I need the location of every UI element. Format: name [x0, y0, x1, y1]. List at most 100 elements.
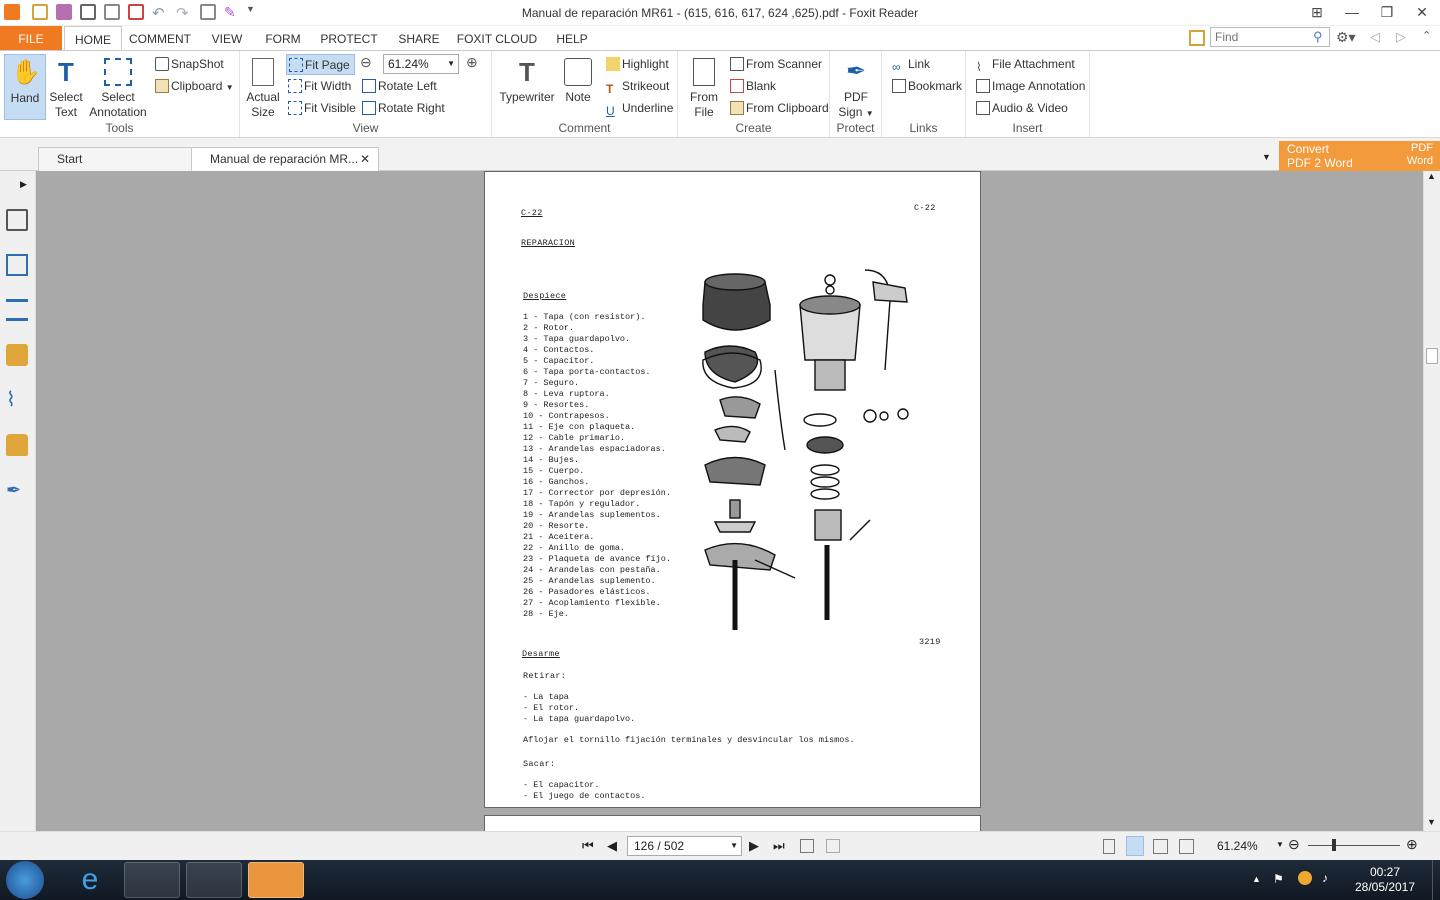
attachments-panel-icon[interactable]: ⌇ [6, 389, 28, 411]
status-zoom-value[interactable]: 61.24% [1217, 839, 1258, 853]
foxit-reader-taskbar-icon[interactable] [248, 862, 304, 898]
underline-button[interactable]: U Underline [604, 98, 673, 118]
volume-icon[interactable]: ♪ [1322, 871, 1328, 885]
layers-panel-icon[interactable] [6, 299, 28, 321]
clock[interactable]: 00:27 28/05/2017 [1350, 865, 1420, 895]
tab-help[interactable]: HELP [550, 26, 594, 50]
select-text-button[interactable]: T Select Text [46, 54, 86, 120]
continuous-facing-view-icon[interactable] [1179, 839, 1194, 854]
next-page-icon[interactable]: ▶ [749, 838, 759, 854]
tab-share[interactable]: SHARE [392, 26, 446, 50]
find-folder-icon[interactable] [1189, 30, 1205, 46]
strikeout-button[interactable]: T Strikeout [604, 76, 669, 96]
close-button[interactable]: ✕ [1405, 2, 1439, 22]
single-page-view-icon[interactable] [1103, 839, 1115, 854]
zoom-out-icon[interactable]: ⊖ [360, 54, 372, 71]
convert-pdf-to-word-banner[interactable]: Convert PDF 2 Word PDF Word [1279, 141, 1440, 171]
rotate-left-button[interactable]: Rotate Left [360, 76, 437, 96]
typewriter-button[interactable]: T Typewriter [496, 54, 558, 105]
pages-panel-icon[interactable] [6, 254, 28, 276]
fit-width-button[interactable]: Fit Width [286, 76, 351, 96]
tab-view[interactable]: VIEW [204, 26, 250, 50]
tab-foxit-cloud[interactable]: FOXIT CLOUD [454, 26, 540, 50]
search-input[interactable] [1210, 27, 1330, 47]
audio-video-button[interactable]: Audio & Video [974, 98, 1068, 118]
security-lock-icon[interactable] [6, 434, 28, 456]
blank-button[interactable]: Blank [728, 76, 776, 96]
comments-panel-icon[interactable] [6, 344, 28, 366]
image-annotation-button[interactable]: Image Annotation [974, 76, 1085, 96]
pdf-sign-button[interactable]: ✒ PDF Sign ▼ [834, 54, 878, 121]
tab-file[interactable]: FILE [0, 26, 62, 50]
highlight-button[interactable]: Highlight [604, 54, 669, 74]
close-tab-icon[interactable]: ✕ [360, 148, 370, 170]
signatures-panel-icon[interactable]: ✒ [6, 479, 28, 501]
tray-app-icon[interactable] [1298, 871, 1312, 885]
collapse-ribbon-icon[interactable]: ⌃ [1422, 29, 1431, 42]
action-center-flag-icon[interactable]: ⚑ [1273, 872, 1284, 886]
fit-page-button[interactable]: Fit Page [286, 54, 355, 75]
tab-comment[interactable]: COMMENT [124, 26, 196, 50]
chevron-down-icon[interactable]: ▼ [1276, 840, 1284, 849]
last-page-icon[interactable]: ⏭ [773, 838, 785, 854]
link-button[interactable]: ∞ Link [890, 54, 930, 74]
scroll-thumb[interactable] [1426, 348, 1438, 364]
show-desktop-button[interactable] [1432, 860, 1440, 900]
page-number-select[interactable]: 126 / 502 ▼ [627, 836, 742, 856]
zoom-slider[interactable] [1308, 845, 1400, 846]
convert-badge-word: Word [1406, 155, 1433, 167]
hand-button[interactable]: ✋ Hand [4, 54, 46, 120]
rotate-right-button[interactable]: Rotate Right [360, 98, 445, 118]
actual-size-button[interactable]: Actual Size [244, 54, 282, 120]
tab-protect[interactable]: PROTECT [316, 26, 382, 50]
from-scanner-button[interactable]: From Scanner [728, 54, 822, 74]
chrome-icon[interactable] [186, 862, 242, 898]
next-view-icon[interactable] [826, 839, 840, 853]
expand-panel-icon[interactable]: ▶ [20, 179, 27, 190]
select-annotation-button[interactable]: Select Annotation [88, 54, 148, 120]
tab-start[interactable]: Start [38, 147, 193, 171]
bookmarks-panel-icon[interactable] [6, 209, 28, 231]
vertical-scrollbar[interactable]: ▲ ▼ [1423, 171, 1440, 831]
tab-current-document[interactable]: Manual de reparación MR... ✕ [191, 147, 379, 171]
previous-page-icon[interactable]: ◀ [607, 838, 617, 854]
previous-result-icon[interactable]: ◁ [1370, 29, 1380, 45]
scroll-up-arrow-icon[interactable]: ▲ [1427, 171, 1436, 181]
file-explorer-icon[interactable] [124, 862, 180, 898]
tab-form[interactable]: FORM [260, 26, 306, 50]
document-viewer[interactable]: C-22 C-22 REPARACION Despiece 1 - Tapa (… [36, 171, 1423, 831]
first-page-icon[interactable]: ⏮ [582, 838, 594, 854]
start-button[interactable] [6, 861, 44, 899]
from-clipboard-button[interactable]: From Clipboard [728, 98, 829, 118]
facing-view-icon[interactable] [1153, 839, 1168, 854]
snapshot-button[interactable]: SnapShot [153, 54, 224, 74]
parts-list-item: 20 - Resorte. [523, 521, 590, 531]
restore-layout-icon[interactable]: ⊞ [1300, 2, 1334, 22]
fit-visible-button[interactable]: Fit Visible [286, 98, 356, 118]
gear-icon[interactable]: ⚙▾ [1336, 29, 1356, 46]
zoom-in-icon[interactable]: ⊕ [466, 54, 478, 71]
tab-list-chevron-icon[interactable]: ▼ [1262, 152, 1271, 162]
next-result-icon[interactable]: ▷ [1396, 29, 1406, 45]
from-file-button[interactable]: From File [684, 54, 724, 120]
note-button[interactable]: Note [560, 54, 596, 105]
minimize-button[interactable]: — [1335, 2, 1369, 22]
search-icon[interactable]: ⚲ [1313, 29, 1323, 45]
maximize-button[interactable]: ❐ [1370, 2, 1404, 22]
zoom-in-icon[interactable]: ⊕ [1406, 836, 1418, 853]
zoom-slider-thumb[interactable] [1332, 839, 1336, 851]
clipboard-button[interactable]: Clipboard ▼ [153, 76, 234, 96]
parts-list-item: 25 - Arandelas suplemento. [523, 576, 656, 586]
tab-home[interactable]: HOME [64, 26, 122, 51]
previous-view-icon[interactable] [800, 839, 814, 853]
sacar-label: Sacar: [523, 759, 556, 769]
scroll-down-arrow-icon[interactable]: ▼ [1427, 817, 1436, 827]
select-text-label-1: Select [49, 90, 83, 104]
internet-explorer-icon[interactable]: e [62, 862, 118, 898]
show-hidden-icons-icon[interactable]: ▲ [1252, 874, 1261, 884]
zoom-out-icon[interactable]: ⊖ [1288, 836, 1300, 853]
zoom-select[interactable]: 61.24% ▼ [383, 54, 459, 74]
bookmark-button[interactable]: Bookmark [890, 76, 962, 96]
file-attachment-button[interactable]: ⌇ File Attachment [974, 54, 1075, 74]
continuous-view-icon[interactable] [1126, 836, 1144, 856]
